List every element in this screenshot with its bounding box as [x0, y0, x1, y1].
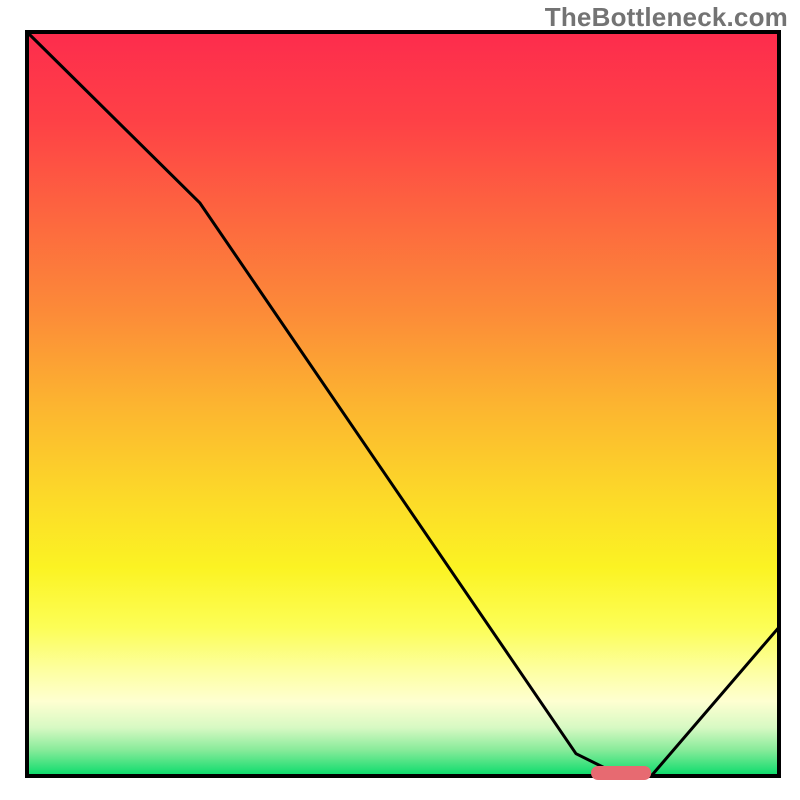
chart-container: TheBottleneck.com — [0, 0, 800, 800]
optimal-range-marker — [591, 766, 651, 780]
bottleneck-chart — [0, 0, 800, 800]
watermark-text: TheBottleneck.com — [545, 2, 788, 33]
